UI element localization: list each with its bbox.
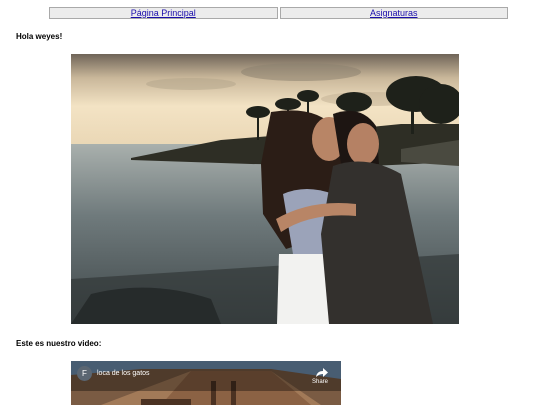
- share-label: Share: [311, 379, 328, 385]
- video-overlay: F loca de los gatos Share: [71, 361, 341, 391]
- channel-avatar[interactable]: F: [77, 366, 92, 381]
- beach-photo-image: [71, 54, 459, 324]
- home-nav-button[interactable]: Página Principal: [49, 7, 278, 19]
- home-link[interactable]: Página Principal: [131, 8, 196, 18]
- video-title[interactable]: loca de los gatos: [97, 370, 150, 377]
- share-button[interactable]: Share: [309, 365, 331, 387]
- beach-photo: [71, 54, 459, 324]
- top-nav: Página Principal Asignaturas: [49, 7, 508, 19]
- subjects-link[interactable]: Asignaturas: [370, 8, 418, 18]
- greeting-heading: Hola weyes!: [16, 32, 63, 41]
- share-icon: [316, 368, 328, 377]
- video-heading: Este es nuestro video:: [16, 339, 102, 348]
- subjects-nav-button[interactable]: Asignaturas: [279, 7, 508, 19]
- video-embed[interactable]: F loca de los gatos Share: [71, 361, 341, 405]
